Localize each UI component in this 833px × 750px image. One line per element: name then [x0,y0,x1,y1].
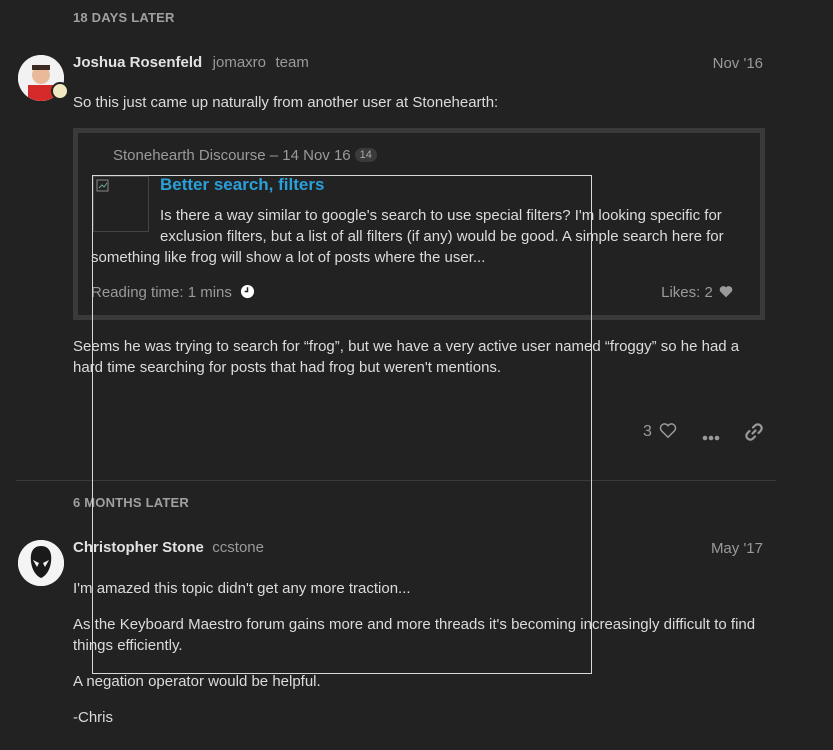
more-button[interactable] [702,428,720,446]
avatar[interactable] [18,540,64,586]
onebox-source[interactable]: Stonehearth Discourse – 14 Nov 16 14 [113,147,377,164]
onebox-excerpt-line: exclusion filters, but a list of all fil… [160,228,724,245]
clock-icon [241,284,255,299]
post-author-name[interactable]: Joshua Rosenfeld [73,54,202,71]
post-author-username[interactable]: jomaxro [213,54,266,71]
link-icon[interactable] [744,422,764,442]
avatar-image [18,540,64,586]
onebox-likes: Likes: 2 [661,284,733,301]
post-text: -Chris [73,709,113,726]
onebox-excerpt-line: Is there a way similar to google's searc… [160,207,722,224]
user-title: team [275,54,309,71]
post-author-username[interactable]: ccstone [212,539,264,556]
post-divider [16,480,776,481]
onebox-reading-time: Reading time: 1 mins [91,284,255,301]
post-text: A negation operator would be helpful. [73,673,321,690]
flair-icon [51,82,69,100]
more-icon[interactable] [702,435,720,441]
broken-image-icon [96,179,109,192]
time-gap-label: 6 MONTHS LATER [73,495,189,510]
post-text: I'm amazed this topic didn't get any mor… [73,580,411,597]
time-gap-label: 18 DAYS LATER [73,10,175,25]
share-link-button[interactable] [744,422,764,447]
post-text: hard time searching for posts that had f… [73,359,502,376]
onebox-source-label[interactable]: Stonehearth Discourse – 14 Nov 16 [113,147,351,164]
reading-time-label: Reading time: 1 mins [91,284,232,301]
onebox-thumbnail [93,176,149,232]
post-date[interactable]: May '17 [711,540,763,557]
post-text: As the Keyboard Maestro forum gains more… [73,616,756,633]
onebox-title-link[interactable]: Better search, filters [160,175,324,195]
onebox-excerpt-line: something like frog will show a lot of p… [91,249,486,266]
post-text: things efficiently. [73,637,183,654]
heart-icon[interactable] [659,422,677,439]
onebox-count-badge: 14 [354,148,377,162]
post-text: Seems he was trying to search for “frog”… [73,338,740,355]
like-button[interactable]: 3 [643,422,677,441]
post-text: So this just came up naturally from anot… [73,94,499,111]
post-date[interactable]: Nov '16 [713,55,763,72]
post-author-name[interactable]: Christopher Stone [73,539,204,556]
likes-label: Likes: 2 [661,284,713,301]
heart-icon [719,286,733,298]
like-count[interactable]: 3 [643,423,652,440]
